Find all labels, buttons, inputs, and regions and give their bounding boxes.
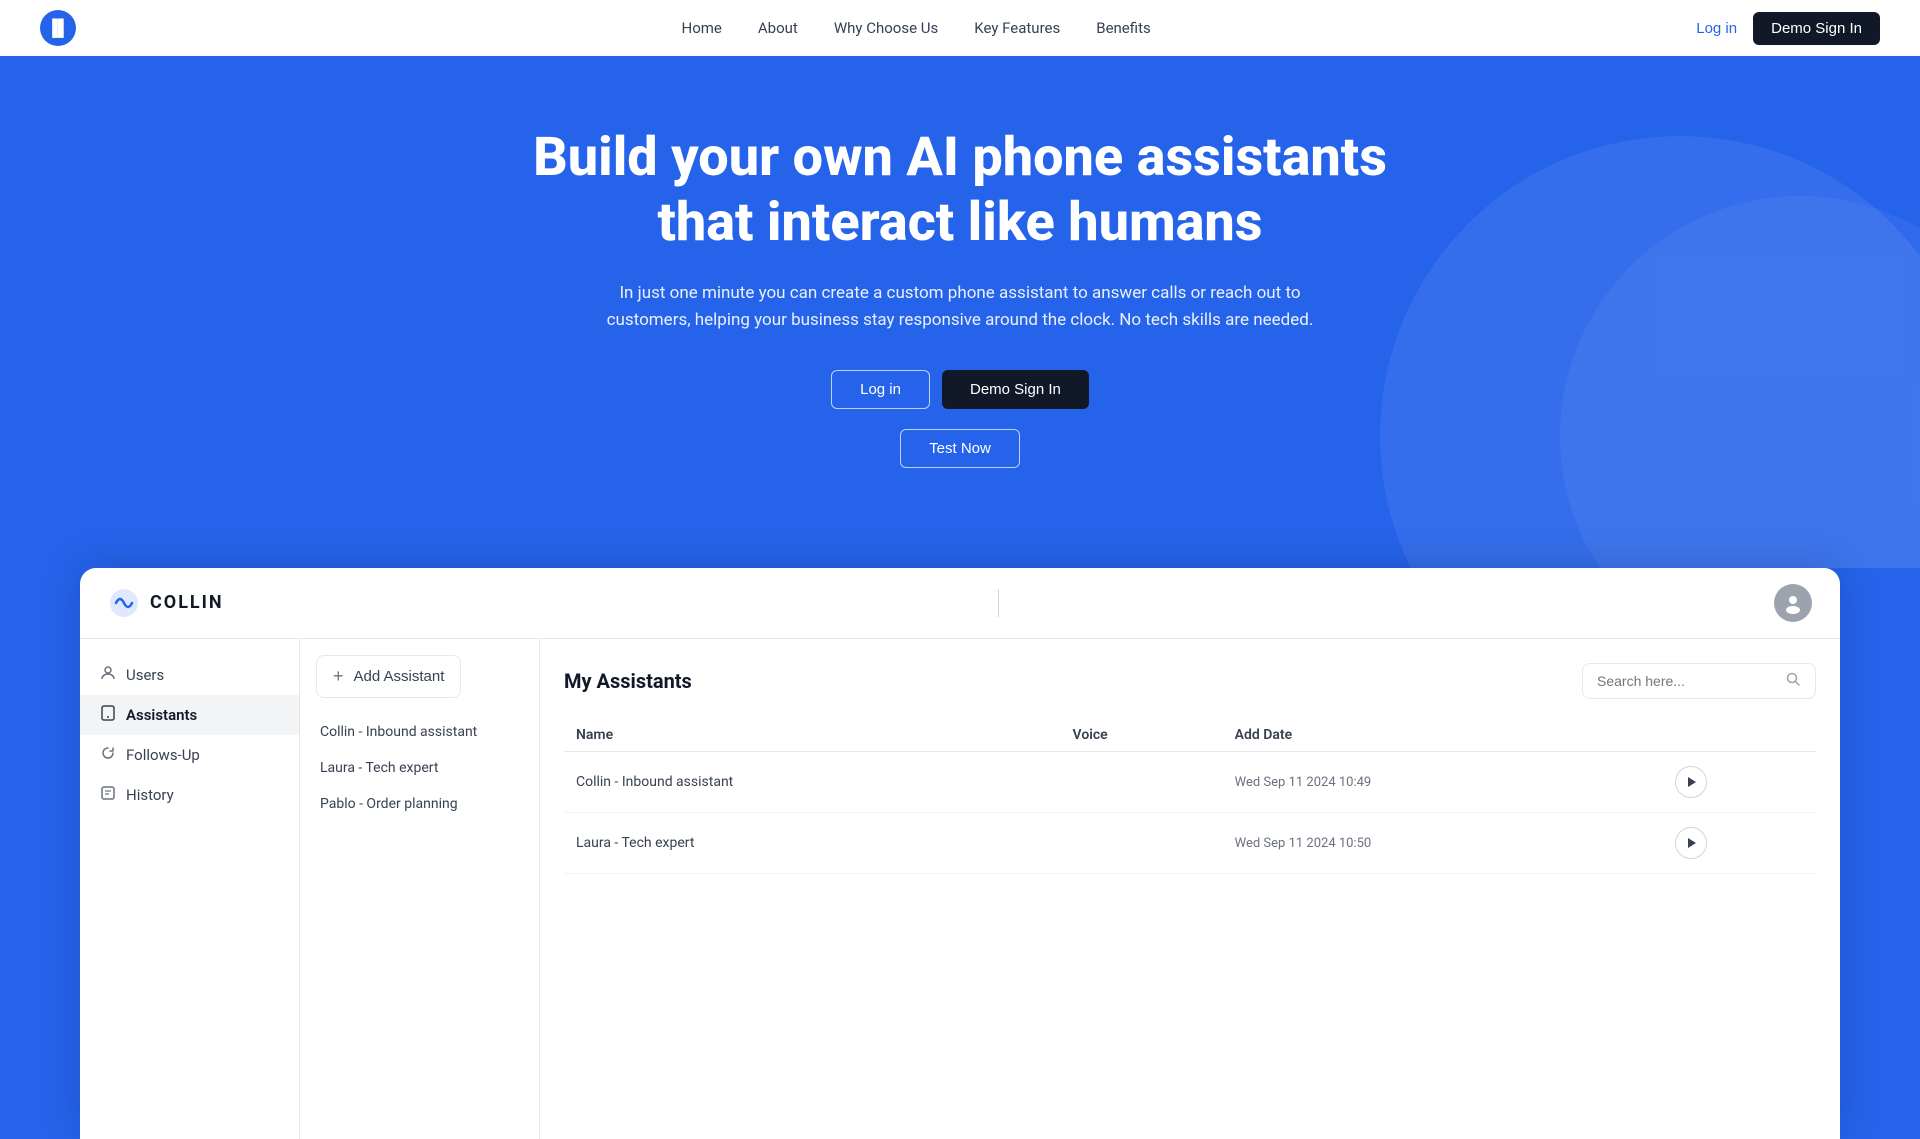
app-logo: COLLIN: [108, 587, 224, 619]
nav-login-button[interactable]: Log in: [1696, 20, 1737, 37]
hero-subtitle: In just one minute you can create a cust…: [580, 280, 1340, 334]
assistants-table: Name Voice Add Date Collin - Inbound ass…: [564, 719, 1816, 874]
navbar-logo: ▐▌: [40, 10, 76, 46]
row-date: Wed Sep 11 2024 10:49: [1223, 751, 1663, 812]
app-window: COLLIN Users Assistants: [80, 568, 1840, 1139]
search-input[interactable]: [1597, 673, 1777, 689]
user-icon: [100, 665, 116, 685]
sidebar-item-users[interactable]: Users: [80, 655, 299, 695]
table-row: Laura - Tech expert Wed Sep 11 2024 10:5…: [564, 812, 1816, 873]
row-action: [1663, 751, 1816, 812]
hero-login-button[interactable]: Log in: [831, 370, 930, 409]
sidebar-item-history[interactable]: History: [80, 775, 299, 815]
app-body: Users Assistants Follows-Up History: [80, 639, 1840, 1139]
nav-about[interactable]: About: [758, 19, 798, 37]
my-assistants-title: My Assistants: [564, 669, 692, 693]
nav-why-choose-us[interactable]: Why Choose Us: [834, 19, 938, 37]
hero-title: Build your own AI phone assistants that …: [510, 126, 1410, 256]
hero-demo-button[interactable]: Demo Sign In: [942, 370, 1089, 409]
hero-test-now-button[interactable]: Test Now: [900, 429, 1020, 468]
logo-icon: ▐▌: [40, 10, 76, 46]
search-box: [1582, 663, 1816, 699]
refresh-icon: [100, 745, 116, 765]
main-panel-header: My Assistants: [564, 663, 1816, 699]
col-header-name: Name: [564, 719, 1061, 752]
col-header-add-date: Add Date: [1223, 719, 1663, 752]
app-header: COLLIN: [80, 568, 1840, 639]
sidebar: Users Assistants Follows-Up History: [80, 639, 300, 1139]
play-button[interactable]: [1675, 827, 1707, 859]
add-assistant-button[interactable]: + Add Assistant: [316, 655, 461, 698]
nav-key-features[interactable]: Key Features: [974, 19, 1060, 37]
col-header-action: [1663, 719, 1816, 752]
play-button[interactable]: [1675, 766, 1707, 798]
add-assistant-label: Add Assistant: [354, 668, 445, 685]
sidebar-history-label: History: [126, 786, 174, 804]
main-panel: My Assistants Name Voice Add Date: [540, 639, 1840, 1139]
nav-demo-button[interactable]: Demo Sign In: [1753, 12, 1880, 45]
row-action: [1663, 812, 1816, 873]
search-icon: [1785, 671, 1801, 691]
sidebar-assistants-label: Assistants: [126, 706, 197, 724]
avatar[interactable]: [1774, 584, 1812, 622]
navbar: ▐▌ Home About Why Choose Us Key Features…: [0, 0, 1920, 56]
middle-panel: + Add Assistant Collin - Inbound assista…: [300, 639, 540, 1139]
hero-test-now-wrapper: Test Now: [40, 429, 1880, 468]
navbar-nav: Home About Why Choose Us Key Features Be…: [136, 19, 1696, 37]
col-header-voice: Voice: [1061, 719, 1223, 752]
plus-icon: +: [333, 666, 344, 687]
table-row: Collin - Inbound assistant Wed Sep 11 20…: [564, 751, 1816, 812]
sidebar-item-assistants[interactable]: Assistants: [80, 695, 299, 735]
list-item[interactable]: Laura - Tech expert: [300, 750, 539, 786]
nav-benefits[interactable]: Benefits: [1096, 19, 1151, 37]
row-name: Collin - Inbound assistant: [564, 751, 1061, 812]
sidebar-users-label: Users: [126, 666, 164, 684]
row-voice: [1061, 751, 1223, 812]
app-logo-text: COLLIN: [150, 592, 224, 613]
row-name: Laura - Tech expert: [564, 812, 1061, 873]
sidebar-item-follows-up[interactable]: Follows-Up: [80, 735, 299, 775]
app-logo-icon: [108, 587, 140, 619]
hero-buttons: Log in Demo Sign In: [40, 370, 1880, 409]
nav-home[interactable]: Home: [682, 19, 722, 37]
row-voice: [1061, 812, 1223, 873]
navbar-actions: Log in Demo Sign In: [1696, 12, 1880, 45]
history-icon: [100, 785, 116, 805]
hero-section: Build your own AI phone assistants that …: [0, 56, 1920, 568]
list-item[interactable]: Collin - Inbound assistant: [300, 714, 539, 750]
list-item[interactable]: Pablo - Order planning: [300, 786, 539, 822]
row-date: Wed Sep 11 2024 10:50: [1223, 812, 1663, 873]
app-header-divider: [998, 589, 999, 617]
phone-icon: [100, 705, 116, 725]
sidebar-follows-up-label: Follows-Up: [126, 746, 200, 764]
